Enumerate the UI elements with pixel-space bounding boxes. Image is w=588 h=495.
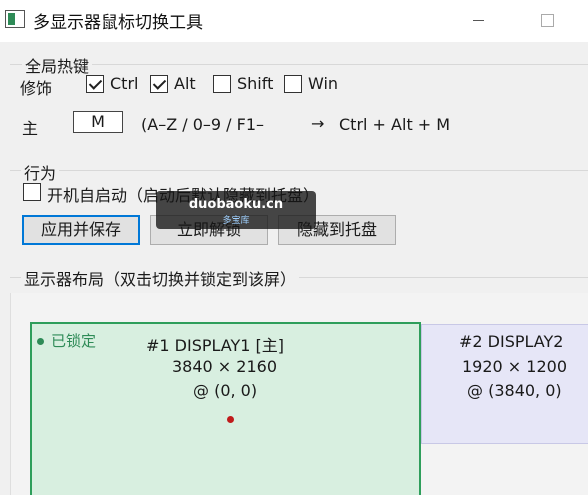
monitor-1-resolution: 3840 × 2160 (172, 357, 278, 376)
shift-checkbox[interactable] (213, 75, 231, 93)
watermark-overlay: duobaoku.cn 多宝库 (156, 191, 316, 229)
win-label: Win (308, 74, 339, 93)
locked-status-icon (37, 338, 44, 345)
hotkey-group-title: 全局热键 (22, 53, 93, 77)
watermark-subtext: 多宝库 (222, 216, 250, 226)
autostart-checkbox[interactable] (23, 183, 41, 201)
maximize-button[interactable] (524, 5, 570, 35)
arrow-icon: → (311, 114, 325, 133)
locked-status-label: 已锁定 (51, 332, 97, 350)
monitor-2-title: #2 DISPLAY2 (459, 332, 564, 351)
layout-group-title: 显示器布局（双击切换并锁定到该屏） (21, 266, 300, 290)
ctrl-checkbox[interactable] (86, 75, 104, 93)
apply-save-button[interactable]: 应用并保存 (22, 215, 140, 245)
monitor-2-origin: @ (3840, 0) (467, 381, 562, 400)
hotkey-combo-preview: Ctrl + Alt + M (339, 115, 451, 134)
shift-label: Shift (237, 74, 274, 93)
app-window-icon (5, 10, 25, 28)
cursor-position-marker (227, 416, 234, 423)
monitor-1-title: #1 DISPLAY1 [主] (146, 336, 285, 355)
watermark-text: duobaoku.cn (188, 197, 284, 212)
monitor-2-resolution: 1920 × 1200 (462, 357, 568, 376)
main-key-input[interactable]: M (73, 111, 123, 133)
title-bar: 多显示器鼠标切换工具 (0, 0, 588, 42)
main-key-label: 主 (22, 119, 39, 138)
minimize-button[interactable] (455, 5, 501, 35)
ctrl-label: Ctrl (110, 74, 139, 93)
monitor-1-origin: @ (0, 0) (193, 381, 258, 400)
hotkey-group-border (10, 64, 588, 65)
window-title: 多显示器鼠标切换工具 (33, 13, 203, 33)
alt-label: Alt (174, 74, 196, 93)
behavior-group-border (10, 170, 588, 171)
win-checkbox[interactable] (284, 75, 302, 93)
behavior-group-title: 行为 (21, 160, 60, 184)
alt-checkbox[interactable] (150, 75, 168, 93)
modifiers-label: 修饰 (20, 79, 53, 98)
key-range-hint: (A–Z / 0–9 / F1– (141, 115, 265, 134)
